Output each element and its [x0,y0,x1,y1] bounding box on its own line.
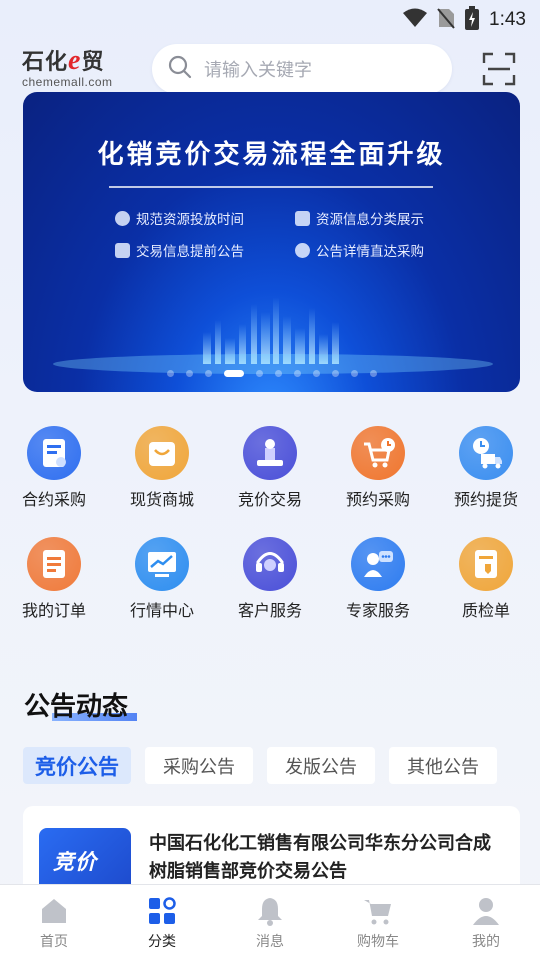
quality-doc-icon [459,537,513,591]
tab-announcement[interactable]: 发版公告 [267,747,375,784]
bottom-nav: 首页 分类 消息 购物车 我的 [0,884,540,960]
tab-announcement[interactable]: 采购公告 [145,747,253,784]
auction-icon [243,426,297,480]
logo[interactable]: 石化e贸 chememall.com [22,44,134,96]
search-input[interactable]: 请输入关键字 [152,44,452,94]
carousel-dot[interactable] [204,370,212,377]
grid-item-label: 预约提货 [453,490,518,509]
grid-item[interactable]: 质检单 [432,537,540,621]
no-sim-icon [437,7,455,33]
grid-item-label: 专家服务 [345,601,410,620]
logo-domain: chememall.com [22,75,113,89]
scan-icon [482,52,516,90]
refresh-icon [295,242,310,258]
section-title: 公告动态 [24,686,137,723]
header: 石化e贸 chememall.com 请输入关键字 [0,40,540,98]
grid-item-label: 预约采购 [345,490,410,509]
carousel-indicator[interactable] [23,370,520,377]
card-title: 中国石化化工销售有限公司华东分公司合成树脂销售部竞价交易公告 [149,833,491,882]
scan-button[interactable] [482,52,516,86]
contract-icon [27,426,81,480]
grid-item[interactable]: 我的订单 [0,537,108,621]
grid-item-label: 我的订单 [21,601,86,620]
nav-item-label: 分类 [148,934,176,950]
category-icon [146,895,178,927]
expert-chat-icon [351,537,405,591]
briefcase-icon [115,242,130,258]
banner-feature: 资源信息分类展示 [295,208,424,228]
clock-icon [115,210,130,226]
headset-icon [243,537,297,591]
grid-item[interactable]: 专家服务 [324,537,432,621]
bell-icon [254,895,286,927]
nav-item[interactable]: 分类 [108,885,216,960]
grid-item-label: 客户服务 [237,601,302,620]
banner-feature: 交易信息提前公告 [115,240,244,260]
tab-announcement[interactable]: 其他公告 [389,747,497,784]
shopping-bag-icon [135,426,189,480]
battery-icon [465,6,480,34]
announcement-tabs: 竞价公告 采购公告 发版公告 其他公告 [23,747,497,784]
carousel-dot[interactable] [185,370,193,377]
grid-item[interactable]: 预约提货 [432,426,540,510]
grid-item-label: 现货商城 [129,490,194,509]
nav-item-label: 首页 [40,934,68,950]
promo-banner[interactable]: 化销竞价交易流程全面升级 规范资源投放时间 资源信息分类展示 交易信息提前公告 … [23,92,520,392]
status-bar: 1:43 [0,0,540,36]
nav-item-label: 我的 [472,934,500,950]
cart-clock-icon [351,426,405,480]
grid-item[interactable]: 现货商城 [108,426,216,510]
user-icon [470,895,502,927]
carousel-dot[interactable] [223,370,244,377]
wifi-icon [403,8,428,32]
carousel-dot[interactable] [255,370,263,377]
banner-feature: 公告详情直达采购 [295,240,424,260]
logo-wordmark: 石化e贸 [22,45,105,76]
grid-item[interactable]: 预约采购 [324,426,432,510]
carousel-dot[interactable] [293,370,301,377]
truck-clock-icon [459,426,513,480]
tab-announcement[interactable]: 竞价公告 [23,747,131,784]
carousel-dot[interactable] [312,370,320,377]
grid-item[interactable]: 竞价交易 [216,426,324,510]
grid-item-label: 质检单 [461,601,510,620]
search-placeholder: 请输入关键字 [204,60,312,81]
market-chart-icon [135,537,189,591]
banner-feature: 规范资源投放时间 [115,208,244,228]
carousel-dot[interactable] [331,370,339,377]
grid-item[interactable]: 合约采购 [0,426,108,510]
search-icon [168,55,192,83]
grid-icon [295,210,310,226]
cart-icon [362,895,394,927]
carousel-dot[interactable] [369,370,377,377]
status-time: 1:43 [489,9,526,30]
nav-item[interactable]: 消息 [216,885,324,960]
grid-item-label: 合约采购 [21,490,86,509]
grid-item[interactable]: 客户服务 [216,537,324,621]
banner-title: 化销竞价交易流程全面升级 [97,140,446,170]
nav-item[interactable]: 我的 [432,885,540,960]
banner-divider [109,186,433,188]
carousel-dot[interactable] [274,370,282,377]
nav-item-label: 购物车 [357,934,399,950]
carousel-dot[interactable] [350,370,358,377]
order-list-icon [27,537,81,591]
grid-item[interactable]: 行情中心 [108,537,216,621]
grid-item-label: 行情中心 [129,601,194,620]
nav-item[interactable]: 首页 [0,885,108,960]
nav-item[interactable]: 购物车 [324,885,432,960]
home-icon [38,895,70,927]
nav-item-label: 消息 [256,934,284,950]
grid-item-label: 竞价交易 [237,490,302,509]
carousel-dot[interactable] [166,370,174,377]
